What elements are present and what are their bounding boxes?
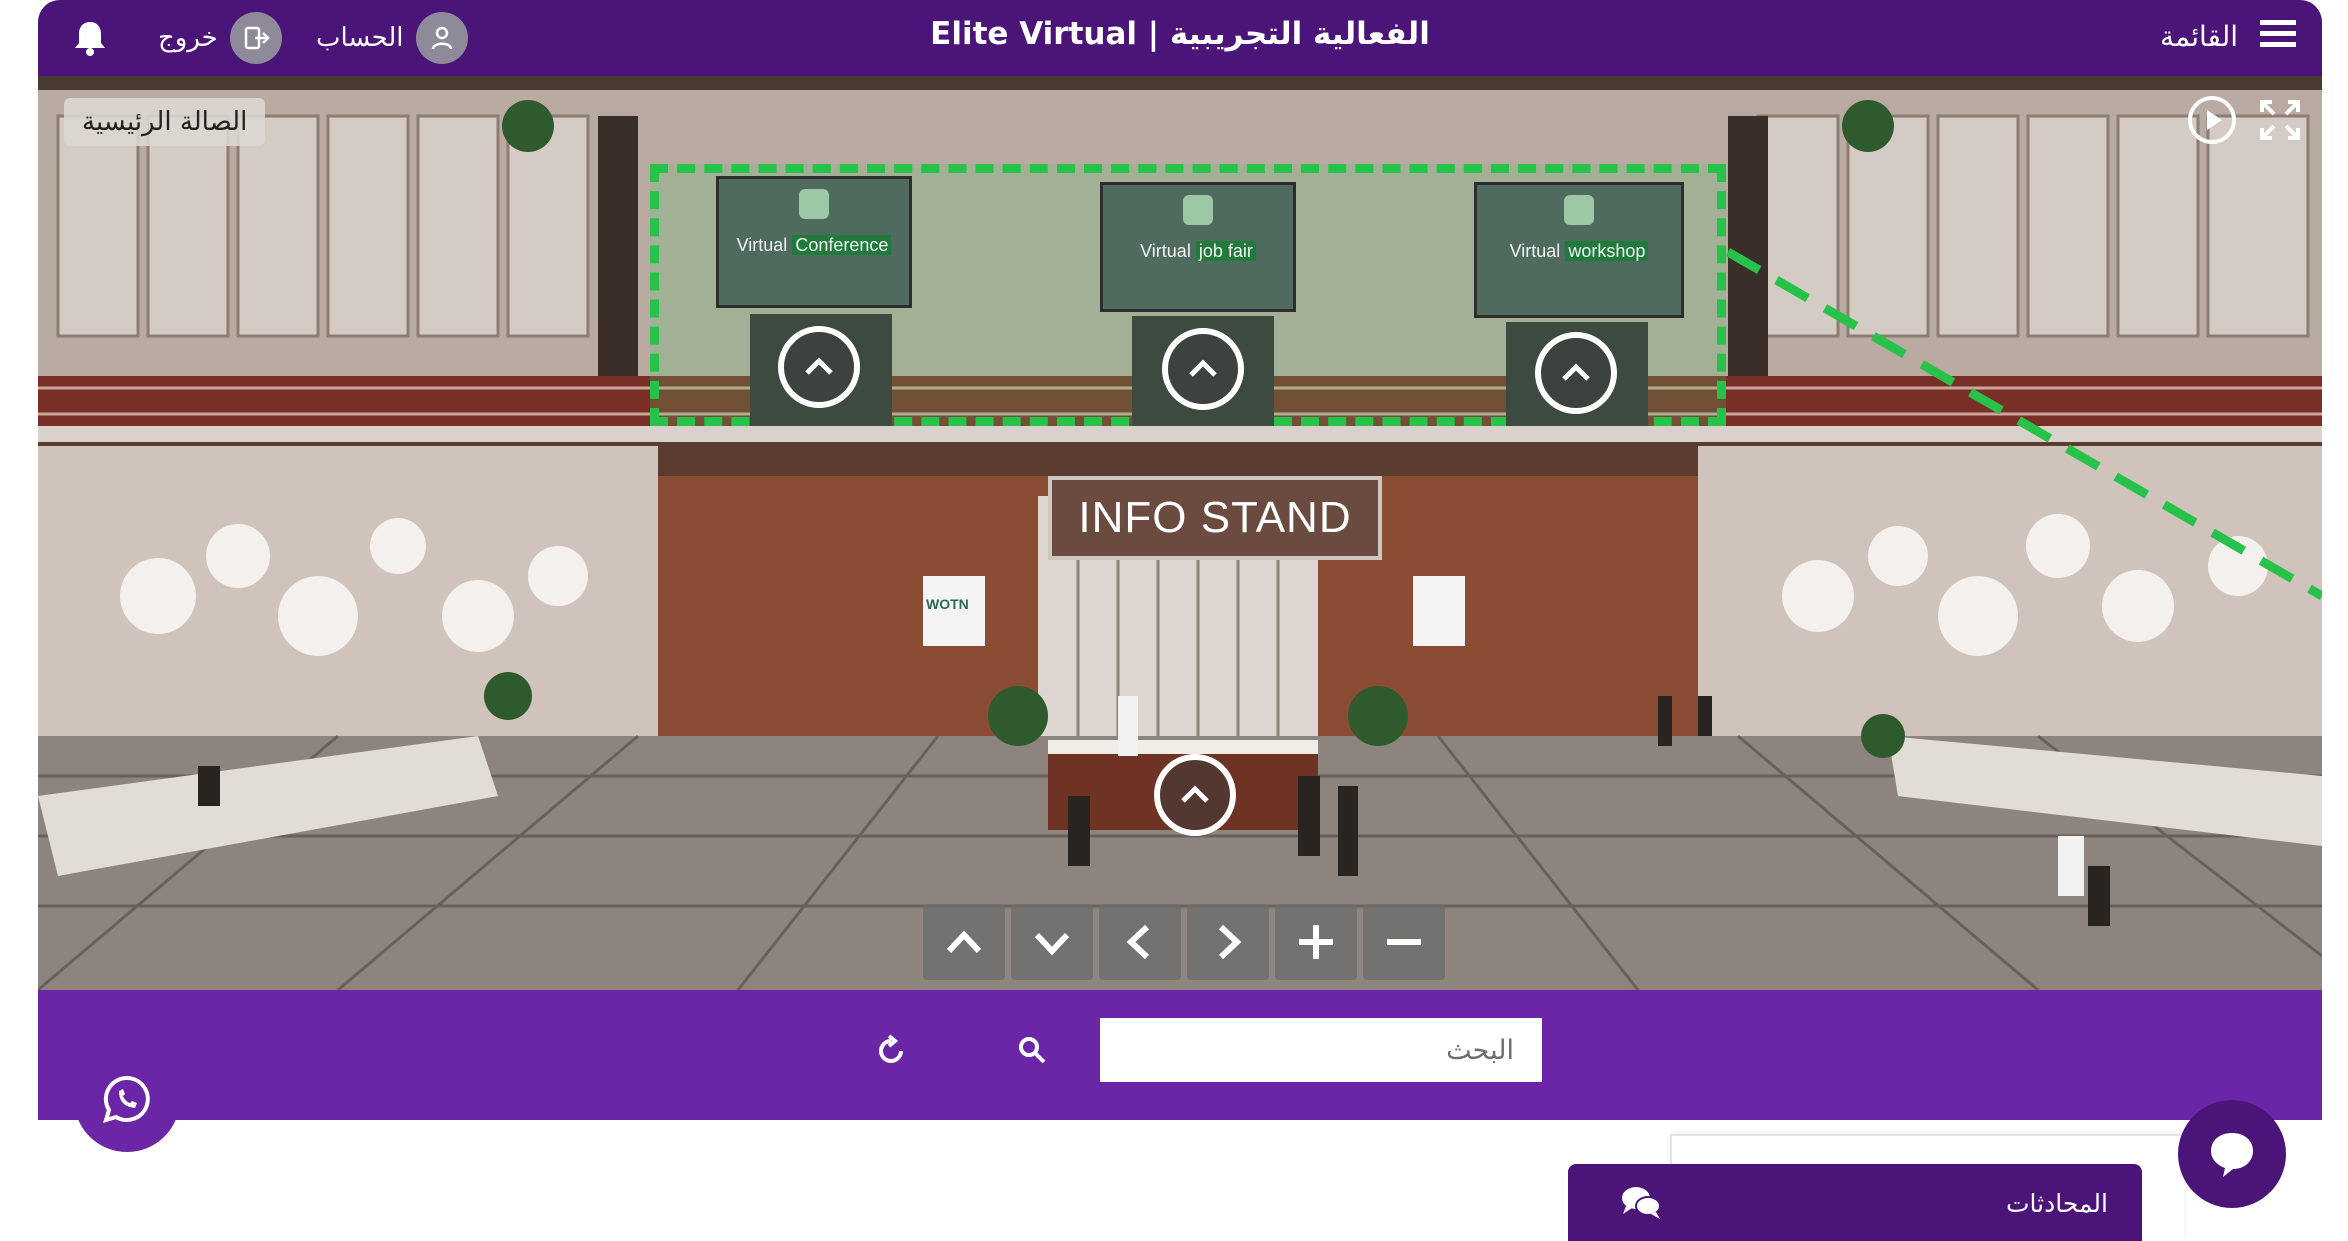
- hotspot-workshop[interactable]: [1535, 332, 1617, 414]
- move-down-button[interactable]: [1011, 904, 1093, 980]
- info-stand-sign: INFO STAND: [1048, 476, 1382, 560]
- screen-virtual-job-fair[interactable]: Virtual job fair: [1100, 182, 1296, 312]
- move-up-button[interactable]: [923, 904, 1005, 980]
- screen-virtual-workshop[interactable]: Virtual workshop: [1474, 182, 1684, 318]
- chat-tab-label: المحادثات: [2005, 1189, 2108, 1218]
- screen-title: Virtual Conference: [719, 235, 909, 256]
- chevron-up-icon: [1562, 363, 1590, 381]
- chevron-left-icon: [1126, 924, 1150, 960]
- reset-button[interactable]: [864, 1022, 920, 1078]
- page-title: Elite Virtual | الفعالية التجريبية: [930, 16, 1430, 52]
- chat-icon: [1620, 1184, 1662, 1222]
- move-left-button[interactable]: [1099, 904, 1181, 980]
- side-sign: WOTN: [926, 596, 969, 612]
- fullscreen-icon: [2260, 100, 2300, 140]
- hotspot-job-fair[interactable]: [1162, 328, 1244, 410]
- whatsapp-button[interactable]: [74, 1046, 180, 1152]
- virtual-hall-view[interactable]: Virtual Conference Virtual job fair Virt…: [38, 76, 2322, 990]
- chat-tab[interactable]: المحادثات: [1568, 1164, 2142, 1241]
- move-right-button[interactable]: [1187, 904, 1269, 980]
- zoom-out-button[interactable]: [1363, 904, 1445, 980]
- chevron-down-icon: [1034, 932, 1070, 956]
- chevron-up-icon: [805, 357, 833, 375]
- autoplay-button[interactable]: [2180, 88, 2244, 152]
- menu-label: القائمة: [2160, 19, 2238, 53]
- chevron-up-icon: [1181, 785, 1209, 803]
- job-fair-icon: [1183, 195, 1213, 225]
- top-header: خروج الحساب Elite Virtual | الفعالية الت…: [38, 0, 2322, 76]
- workshop-icon: [1564, 195, 1594, 225]
- hall-location-label: الصالة الرئيسية: [64, 98, 266, 146]
- search-bar: [38, 990, 2322, 1120]
- menu-button[interactable]: القائمة: [2160, 12, 2296, 60]
- conference-icon: [799, 189, 829, 219]
- screen-title: Virtual workshop: [1477, 241, 1681, 262]
- hotspot-conference[interactable]: [778, 326, 860, 408]
- hotspot-info-stand[interactable]: [1154, 754, 1236, 836]
- hamburger-icon: [2260, 18, 2296, 54]
- chevron-up-icon: [1189, 359, 1217, 377]
- chevron-up-icon: [946, 930, 982, 954]
- scene-navigation-controls: [923, 904, 1445, 980]
- live-chat-button[interactable]: [2178, 1100, 2286, 1208]
- chevron-right-icon: [1218, 924, 1242, 960]
- play-icon: [2188, 96, 2236, 144]
- zoom-in-icon: [1299, 925, 1333, 959]
- screen-virtual-conference[interactable]: Virtual Conference: [716, 176, 912, 308]
- whatsapp-icon: [103, 1075, 150, 1123]
- chat-bubble-icon: [2211, 1133, 2253, 1177]
- search-input[interactable]: [1100, 1018, 1542, 1082]
- search-button[interactable]: [1004, 1022, 1060, 1078]
- search-icon: [1019, 1037, 1046, 1064]
- screen-title: Virtual job fair: [1103, 241, 1293, 262]
- zoom-in-button[interactable]: [1275, 904, 1357, 980]
- refresh-icon: [879, 1034, 903, 1063]
- zoom-out-icon: [1387, 939, 1421, 945]
- fullscreen-button[interactable]: [2248, 88, 2312, 152]
